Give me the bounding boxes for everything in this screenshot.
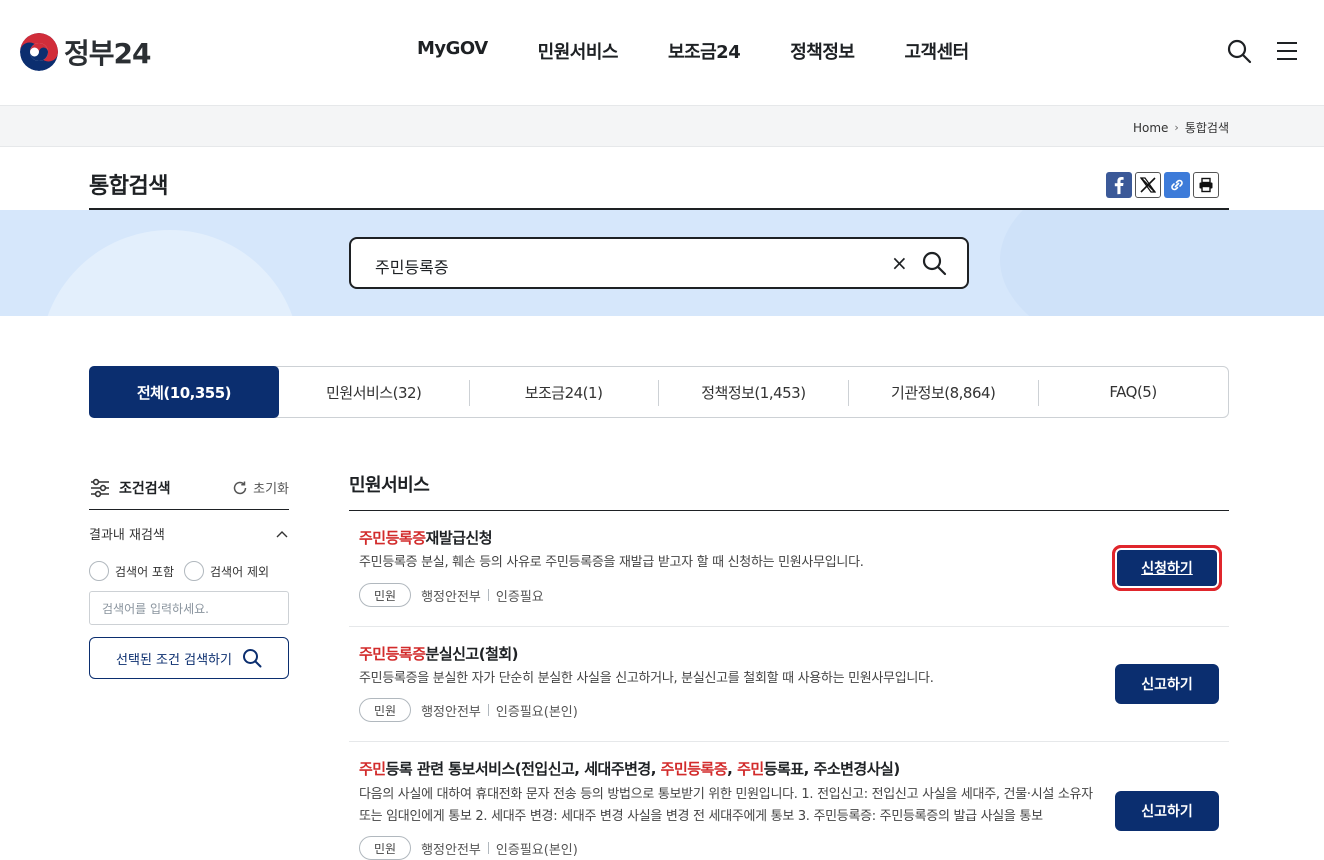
site-logo[interactable]: 정부24 — [20, 32, 151, 72]
refine-radio-group: 검색어 포함 검색어 제외 — [89, 561, 289, 581]
tab-civil-service[interactable]: 민원서비스(32) — [279, 367, 469, 417]
result-cert: 인증필요 — [495, 589, 544, 605]
tab-all[interactable]: 전체(10,355) — [89, 366, 279, 418]
result-meta: 민원 행정안전부 인증필요(본인) — [359, 836, 578, 860]
filter-title: 조건검색 — [89, 478, 171, 498]
result-title-text: 재발급신청 — [425, 529, 493, 547]
tab-subsidy[interactable]: 보조금24(1) — [468, 367, 659, 417]
breadcrumb: Home › 통합검색 — [1133, 119, 1229, 136]
result-title-text: , — [727, 760, 738, 778]
result-item: 주민등록 관련 통보서비스(전입신고, 세대주변경, 주민등록증, 주민등록표,… — [349, 742, 1229, 860]
print-icon[interactable] — [1193, 172, 1219, 198]
nav-item-civil-service[interactable]: 민원서비스 — [538, 38, 619, 64]
result-description: 다음의 사실에 대하여 휴대전화 문자 전송 등의 방법으로 통보받기 위한 민… — [359, 787, 1093, 824]
result-meta: 민원 행정안전부 인증필요(본인) — [359, 698, 578, 722]
report-button[interactable]: 신고하기 — [1115, 664, 1219, 704]
nav-item-policy[interactable]: 정책정보 — [790, 38, 855, 64]
share-buttons — [1106, 172, 1219, 198]
breadcrumb-bar: Home › 통합검색 — [0, 106, 1324, 147]
breadcrumb-current: 통합검색 — [1184, 121, 1229, 135]
result-description: 주민등록증을 분실한 자가 단순히 분실한 사실을 신고하거나, 분실신고를 철… — [359, 671, 934, 686]
category-badge: 민원 — [359, 583, 412, 607]
logo-text: 정부24 — [64, 37, 151, 70]
result-title-highlight: 주민 — [359, 760, 386, 778]
result-title[interactable]: 주민등록증분실신고(철회) — [359, 643, 519, 664]
result-meta: 민원 행정안전부 인증필요 — [359, 583, 544, 607]
chevron-up-icon — [276, 530, 288, 537]
nav-item-mygov[interactable]: MyGOV — [417, 38, 488, 64]
tab-organization[interactable]: 기관정보(8,864) — [848, 367, 1038, 417]
radio-exclude-label: 검색어 제외 — [210, 564, 270, 579]
report-button[interactable]: 신고하기 — [1115, 791, 1219, 831]
filter-title-label: 조건검색 — [119, 480, 171, 497]
radio-include-label: 검색어 포함 — [115, 564, 175, 579]
result-description: 주민등록증 분실, 훼손 등의 사유로 주민등록증을 재발급 받고자 할 때 신… — [359, 555, 864, 570]
result-item: 주민등록증재발급신청 주민등록증 분실, 훼손 등의 사유로 주민등록증을 재발… — [349, 511, 1229, 627]
apply-button[interactable]: 신청하기 — [1112, 545, 1222, 591]
site-header: 정부24 MyGOV 민원서비스 보조금24 정책정보 고객센터 — [0, 0, 1324, 106]
facebook-icon[interactable] — [1106, 172, 1132, 198]
filter-sidebar: 조건검색 초기화 결과내 재검색 검색어 포함 검색어 제외 검색어를 입력하세… — [89, 466, 289, 679]
result-title-highlight: 주민 — [737, 760, 764, 778]
result-org: 행정안전부 — [421, 704, 481, 720]
x-twitter-icon[interactable] — [1135, 172, 1161, 198]
refresh-icon — [233, 481, 247, 494]
refine-search-label: 결과내 재검색 — [89, 528, 165, 543]
search-input[interactable]: 주민등록증 × — [349, 237, 969, 289]
clear-icon[interactable]: × — [891, 251, 908, 275]
search-icon[interactable] — [1226, 38, 1252, 64]
radio-circle[interactable] — [89, 561, 109, 581]
chevron-right-icon: › — [1174, 121, 1179, 134]
result-org: 행정안전부 — [421, 589, 481, 605]
result-title-highlight: 주민등록증 — [359, 645, 426, 663]
result-title-highlight: 주민등록증 — [359, 529, 426, 547]
result-title[interactable]: 주민등록 관련 통보서비스(전입신고, 세대주변경, 주민등록증, 주민등록표,… — [359, 758, 900, 779]
reset-button[interactable]: 초기화 — [231, 478, 289, 497]
search-icon — [242, 649, 262, 668]
tab-policy[interactable]: 정책정보(1,453) — [658, 367, 848, 417]
main-nav: MyGOV 민원서비스 보조금24 정책정보 고객센터 — [392, 38, 994, 64]
search-query[interactable]: 주민등록증 — [375, 254, 449, 278]
result-title-highlight: 주민등록증 — [660, 760, 728, 778]
decorative-shape — [1000, 210, 1324, 316]
radio-circle[interactable] — [184, 561, 205, 581]
apply-filter-label: 선택된 조건 검색하기 — [116, 652, 232, 668]
result-cert: 인증필요(본인) — [495, 704, 578, 720]
result-item: 주민등록증분실신고(철회) 주민등록증을 분실한 자가 단순히 분실한 사실을 … — [349, 627, 1229, 742]
result-title-text: 분실신고(철회) — [425, 645, 519, 663]
refine-search-header[interactable]: 결과내 재검색 — [89, 524, 289, 543]
section-title: 민원서비스 — [349, 475, 430, 496]
menu-icon[interactable] — [1274, 38, 1300, 64]
radio-include[interactable]: 검색어 포함 — [89, 561, 174, 581]
result-cert: 인증필요(본인) — [495, 842, 578, 858]
filter-header: 조건검색 초기화 — [89, 466, 289, 510]
result-tabs: 전체(10,355) 민원서비스(32) 보조금24(1) 정책정보(1,453… — [89, 366, 1229, 418]
refine-search-input[interactable]: 검색어를 입력하세요. — [89, 591, 289, 625]
category-badge: 민원 — [359, 698, 412, 722]
result-title[interactable]: 주민등록증재발급신청 — [359, 527, 493, 548]
decorative-shape — [40, 230, 300, 316]
result-title-text: 등록 관련 통보서비스(전입신고, 세대주변경, — [385, 760, 661, 778]
apply-filter-button[interactable]: 선택된 조건 검색하기 — [89, 637, 289, 679]
nav-item-customer-center[interactable]: 고객센터 — [904, 38, 969, 64]
meta-divider — [487, 842, 489, 854]
result-title-text: 등록표, 주소변경사실) — [763, 760, 900, 778]
nav-item-subsidy[interactable]: 보조금24 — [668, 38, 741, 64]
search-submit-icon[interactable] — [921, 250, 947, 276]
radio-exclude[interactable]: 검색어 제외 — [184, 561, 269, 581]
category-badge: 민원 — [359, 836, 412, 860]
taegeuk-logo-icon — [20, 33, 58, 71]
meta-divider — [487, 704, 489, 716]
page-title: 통합검색 — [89, 174, 168, 199]
result-org: 행정안전부 — [421, 842, 481, 858]
filter-sliders-icon — [91, 478, 109, 497]
meta-divider — [487, 589, 489, 601]
reset-label: 초기화 — [253, 482, 289, 497]
link-copy-icon[interactable] — [1164, 172, 1190, 198]
tab-faq[interactable]: FAQ(5) — [1038, 367, 1228, 417]
breadcrumb-home[interactable]: Home — [1133, 121, 1168, 135]
